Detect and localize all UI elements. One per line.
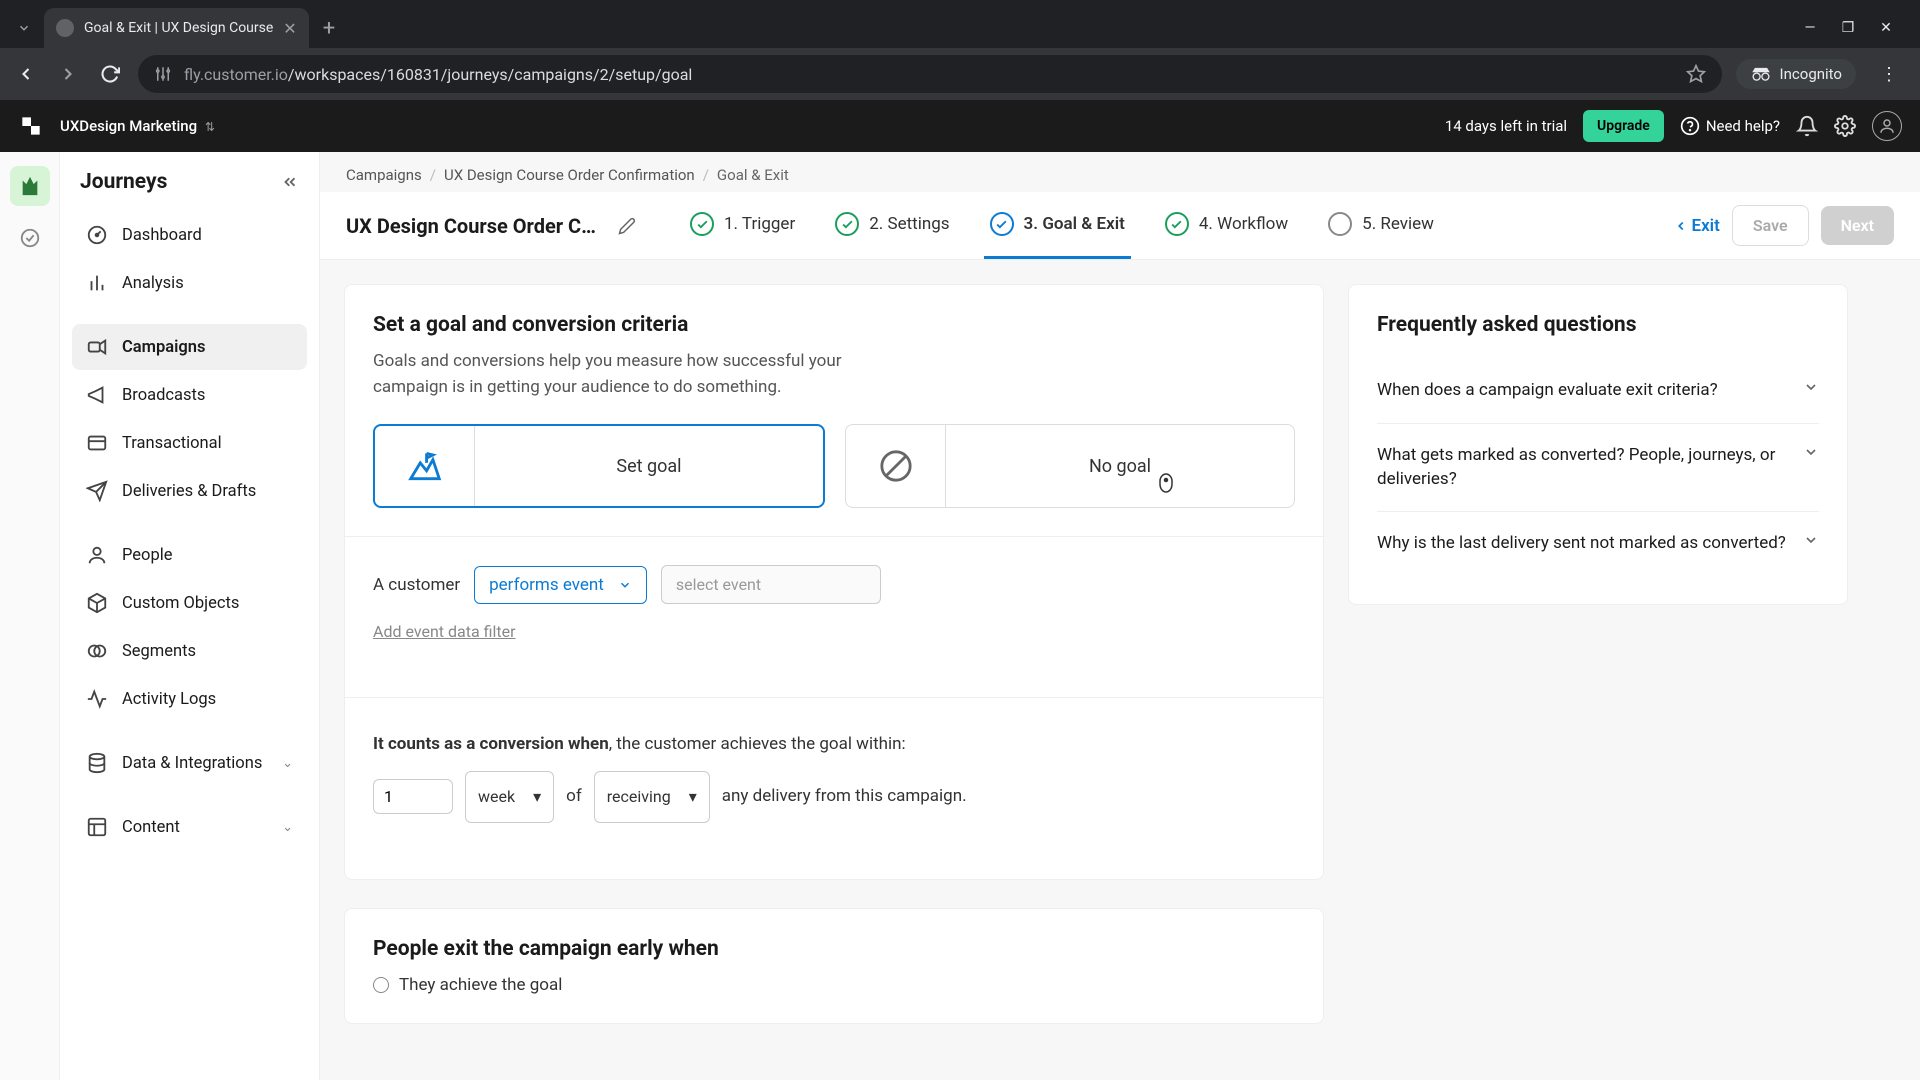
tab-list-dropdown[interactable] — [8, 12, 40, 44]
rail-journeys[interactable] — [10, 166, 50, 206]
sidebar-item-dashboard[interactable]: Dashboard — [72, 212, 307, 258]
next-button[interactable]: Next — [1821, 206, 1894, 245]
goal-heading: Set a goal and conversion criteria — [373, 313, 1295, 337]
reload-button[interactable] — [96, 60, 124, 88]
product-rail — [0, 152, 60, 1080]
step--trigger[interactable]: 1. Trigger — [684, 192, 801, 259]
sidebar-item-deliveries-drafts[interactable]: Deliveries & Drafts — [72, 468, 307, 514]
site-settings-icon[interactable] — [154, 65, 172, 83]
add-event-filter-link[interactable]: Add event data filter — [373, 622, 516, 641]
address-bar[interactable]: fly.customer.io/workspaces/160831/journe… — [138, 55, 1722, 93]
tab-title: Goal & Exit | UX Design Course — [84, 20, 273, 36]
step--workflow[interactable]: 4. Workflow — [1159, 192, 1294, 259]
sidebar-item-activity-logs[interactable]: Activity Logs — [72, 676, 307, 722]
browser-tab[interactable]: Goal & Exit | UX Design Course ✕ — [44, 8, 309, 48]
faq-panel: Frequently asked questions When does a c… — [1348, 284, 1848, 605]
page-header: UX Design Course Order Confi… 1. Trigger… — [320, 192, 1920, 260]
faq-item-0[interactable]: When does a campaign evaluate exit crite… — [1377, 359, 1819, 424]
workspace-switcher[interactable]: UXDesign Marketing ⇅ — [60, 117, 215, 135]
cursor-icon — [1157, 472, 1175, 494]
breadcrumb: Campaigns/UX Design Course Order Confirm… — [320, 152, 1920, 192]
breadcrumb-campaign-name[interactable]: UX Design Course Order Confirmation — [444, 166, 695, 184]
trial-status: 14 days left in trial — [1445, 117, 1567, 135]
close-tab-icon[interactable]: ✕ — [283, 19, 296, 38]
save-button[interactable]: Save — [1732, 205, 1809, 246]
sidebar-item-broadcasts[interactable]: Broadcasts — [72, 372, 307, 418]
sidebar-item-content[interactable]: Content⌄ — [72, 804, 307, 850]
conversion-mode-dropdown[interactable]: receiving ▾ — [594, 771, 710, 822]
exit-heading: People exit the campaign early when — [373, 937, 1295, 961]
chevron-down-icon: ⌄ — [282, 820, 293, 835]
breadcrumb-current: Goal & Exit — [717, 166, 789, 184]
bookmark-icon[interactable] — [1686, 64, 1706, 84]
faq-heading: Frequently asked questions — [1377, 313, 1819, 337]
exit-option-achieve-goal[interactable]: They achieve the goal — [373, 975, 1295, 995]
breadcrumb-campaigns[interactable]: Campaigns — [346, 166, 422, 184]
exit-card: People exit the campaign early when They… — [344, 908, 1324, 1024]
chevron-down-icon — [1803, 379, 1819, 395]
forward-button[interactable] — [54, 60, 82, 88]
goal-description: Goals and conversions help you measure h… — [373, 349, 893, 400]
minimize-icon[interactable]: — — [1800, 18, 1820, 38]
sidebar-item-transactional[interactable]: Transactional — [72, 420, 307, 466]
no-goal-icon — [846, 425, 946, 507]
conversion-prefix: It counts as a conversion when — [373, 734, 609, 754]
step-check-icon — [1165, 212, 1189, 236]
faq-item-1[interactable]: What gets marked as converted? People, j… — [1377, 424, 1819, 513]
upgrade-button[interactable]: Upgrade — [1583, 110, 1664, 142]
step-check-icon — [990, 212, 1014, 236]
chevron-down-icon — [1803, 532, 1819, 548]
conversion-unit-dropdown[interactable]: week ▾ — [465, 771, 554, 822]
goal-option-set[interactable]: Set goal — [373, 424, 825, 508]
incognito-badge[interactable]: Incognito — [1736, 59, 1856, 89]
browser-menu-icon[interactable]: ⋮ — [1870, 64, 1908, 85]
step-check-icon — [1328, 212, 1352, 236]
app-header: UXDesign Marketing ⇅ 14 days left in tri… — [0, 100, 1920, 152]
conversion-number-input[interactable] — [373, 779, 453, 814]
faq-item-2[interactable]: Why is the last delivery sent not marked… — [1377, 512, 1819, 576]
close-window-icon[interactable]: ✕ — [1876, 18, 1896, 38]
sidebar-title: Journeys — [80, 170, 167, 194]
settings-icon[interactable] — [1834, 115, 1856, 137]
maximize-icon[interactable]: ❐ — [1838, 18, 1858, 38]
sidebar-item-segments[interactable]: Segments — [72, 628, 307, 674]
goal-option-none[interactable]: No goal — [845, 424, 1295, 508]
chevron-down-icon: ⌄ — [282, 756, 293, 771]
collapse-sidebar-icon[interactable] — [281, 173, 299, 191]
app-logo-icon — [18, 113, 44, 139]
step--settings[interactable]: 2. Settings — [829, 192, 955, 259]
back-button[interactable] — [12, 60, 40, 88]
page-title: UX Design Course Order Confi… — [346, 214, 606, 238]
account-avatar[interactable] — [1872, 111, 1902, 141]
caret-icon: ▾ — [689, 779, 697, 814]
notifications-icon[interactable] — [1796, 115, 1818, 137]
mountain-flag-icon — [375, 426, 475, 506]
sidebar-item-people[interactable]: People — [72, 532, 307, 578]
url-text: fly.customer.io/workspaces/160831/journe… — [184, 65, 1674, 84]
event-select[interactable]: select event — [661, 565, 881, 604]
need-help-link[interactable]: Need help? — [1680, 116, 1780, 136]
step--review[interactable]: 5. Review — [1322, 192, 1440, 259]
chevron-updown-icon: ⇅ — [205, 120, 215, 134]
sidebar-item-custom-objects[interactable]: Custom Objects — [72, 580, 307, 626]
step--goal-exit[interactable]: 3. Goal & Exit — [984, 192, 1131, 259]
edit-title-icon[interactable] — [618, 217, 636, 235]
browser-chrome: Goal & Exit | UX Design Course ✕ + — ❐ ✕… — [0, 0, 1920, 100]
goal-card: Set a goal and conversion criteria Goals… — [344, 284, 1324, 880]
condition-dropdown[interactable]: performs event — [474, 566, 647, 604]
favicon — [56, 19, 74, 37]
new-tab-button[interactable]: + — [313, 16, 345, 41]
sidebar-item-campaigns[interactable]: Campaigns — [72, 324, 307, 370]
sidebar-item-analysis[interactable]: Analysis — [72, 260, 307, 306]
sidebar-item-data-integrations[interactable]: Data & Integrations⌄ — [72, 740, 307, 786]
customer-label: A customer — [373, 575, 460, 595]
radio-icon — [373, 977, 389, 993]
sidebar: Journeys DashboardAnalysis CampaignsBroad… — [60, 152, 320, 1080]
step-check-icon — [690, 212, 714, 236]
caret-icon: ▾ — [533, 779, 541, 814]
step-check-icon — [835, 212, 859, 236]
chevron-down-icon — [1803, 444, 1819, 460]
rail-item-2[interactable] — [10, 218, 50, 258]
exit-link[interactable]: Exit — [1674, 216, 1720, 236]
